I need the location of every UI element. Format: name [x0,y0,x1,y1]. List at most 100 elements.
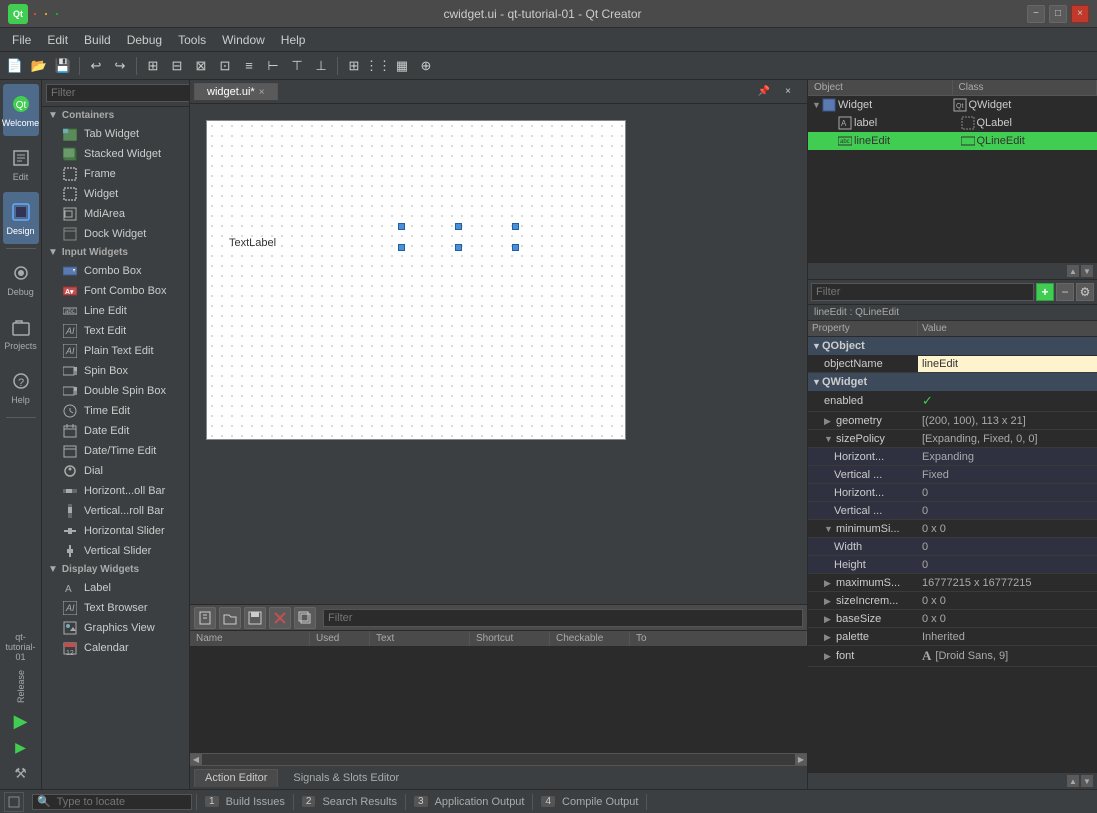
minsize-expand-icon[interactable]: ▼ [824,524,836,534]
widget-tab-widget[interactable]: Tab Widget [42,124,189,144]
menu-debug[interactable]: Debug [119,31,170,49]
designer-pin-btn[interactable]: 📌 [753,81,775,103]
prop-row-palette[interactable]: ▶palette Inherited [808,628,1097,646]
prop-row-objectname[interactable]: objectName lineEdit [808,355,1097,373]
toolbar-grid-btn[interactable]: ⊞ [343,55,365,77]
widget-datetime-edit[interactable]: Date/Time Edit [42,441,189,461]
action-save-btn[interactable] [244,607,266,629]
prop-row-height[interactable]: Height 0 [808,556,1097,574]
win-maximize-btn[interactable]: □ [1049,5,1067,23]
designer-canvas-container[interactable]: TextLabel [190,104,807,604]
tree-row-widget[interactable]: ▼ Widget Qt QWidget [808,96,1097,114]
prop-row-maximumsize[interactable]: ▶maximumS... 16777215 x 16777215 [808,574,1097,592]
palette-expand-icon[interactable]: ▶ [824,632,836,643]
menu-edit[interactable]: Edit [39,31,76,49]
mode-welcome-btn[interactable]: Qt Welcome [3,84,39,136]
widget-spin-box[interactable]: Spin Box [42,361,189,381]
horizontal-scrollbar[interactable]: ◀ ▶ [190,753,807,765]
prop-objectname-value[interactable]: lineEdit [918,356,1097,372]
toolbar-btn-7[interactable]: ≡ [238,55,260,77]
widget-label[interactable]: A Label [42,578,189,598]
action-table-body[interactable] [190,647,807,753]
menu-tools[interactable]: Tools [170,31,214,49]
toolbar-align-btn[interactable]: ▦ [391,55,413,77]
status-search-results[interactable]: 2 Search Results [294,794,406,810]
play-btn[interactable]: ▶ [9,709,33,733]
widget-font-combo-box[interactable]: A▾ Font Combo Box [42,281,189,301]
widget-list[interactable]: ▼ Containers Tab Widget Stacked Widget [42,107,189,789]
geometry-expand-icon[interactable]: ▶ [824,416,836,427]
menu-window[interactable]: Window [214,31,273,49]
toolbar-redo-btn[interactable]: ↪ [109,55,131,77]
toolbar-btn-3[interactable]: ⊞ [142,55,164,77]
action-duplicate-btn[interactable] [294,607,316,629]
prop-row-minimumsize[interactable]: ▼minimumSi... 0 x 0 [808,520,1097,538]
toolbar-open-btn[interactable]: 📂 [28,55,50,77]
basesize-expand-icon[interactable]: ▶ [824,614,836,625]
property-config-btn[interactable]: ⚙ [1076,283,1094,301]
mode-help-btn[interactable]: ? Help [3,361,39,413]
prop-scroll-up-btn[interactable]: ▲ [1067,775,1079,787]
sizepolicy-expand-icon[interactable]: ▼ [824,434,836,444]
prop-group-qwidget[interactable]: ▼ QWidget [808,373,1097,391]
build-btn[interactable]: ⚒ [9,761,33,785]
handle-tr[interactable] [512,223,519,230]
widget-filter-input[interactable] [46,84,190,102]
status-compile-output[interactable]: 4 Compile Output [533,794,647,810]
locate-input[interactable] [32,794,192,810]
canvas-lineedit[interactable] [401,226,516,248]
toolbar-expand-btn[interactable]: ⊕ [415,55,437,77]
widget-double-spin-box[interactable]: Double Spin Box [42,381,189,401]
prop-row-enabled[interactable]: enabled ✓ [808,391,1097,412]
toolbar-btn-10[interactable]: ⊥ [310,55,332,77]
mode-edit-btn[interactable]: Edit [3,138,39,190]
menu-build[interactable]: Build [76,31,119,49]
designer-close-btn[interactable]: × [777,81,799,103]
handle-tm[interactable] [455,223,462,230]
widget-mdiarea[interactable]: MdiArea [42,204,189,224]
prop-row-geometry[interactable]: ▶geometry [(200, 100), 113 x 21] [808,412,1097,430]
widget-graphics-view[interactable]: Graphics View [42,618,189,638]
prop-enabled-value[interactable]: ✓ [918,391,1097,411]
status-build-issues[interactable]: 1 Build Issues [197,794,294,810]
designer-tab-widget-ui[interactable]: widget.ui* × [194,83,278,100]
widget-plain-text-edit[interactable]: AI Plain Text Edit [42,341,189,361]
toolbar-btn-6[interactable]: ⊡ [214,55,236,77]
menu-help[interactable]: Help [273,31,314,49]
widget-widget[interactable]: Widget [42,184,189,204]
prop-row-vertpolicy[interactable]: Vertical ... Fixed [808,466,1097,484]
property-remove-btn[interactable]: − [1056,283,1074,301]
mode-design-btn[interactable]: Design [3,192,39,244]
debug-play-btn[interactable]: ▶ [9,735,33,759]
sizeincrem-expand-icon[interactable]: ▶ [824,596,836,607]
designer-canvas[interactable]: TextLabel [206,120,626,440]
widget-vslider[interactable]: Vertical Slider [42,541,189,561]
action-editor-tab[interactable]: Action Editor [194,769,278,787]
prop-group-qobject[interactable]: ▼ QObject [808,337,1097,355]
prop-row-font[interactable]: ▶font A [Droid Sans, 9] [808,646,1097,667]
action-delete-btn[interactable] [269,607,291,629]
tree-scroll-down-btn[interactable]: ▼ [1081,265,1093,277]
scroll-right-btn[interactable]: ▶ [795,754,807,766]
toolbar-grid2-btn[interactable]: ⋮⋮ [367,55,389,77]
win-minimize-btn[interactable]: − [1027,5,1045,23]
widget-dial[interactable]: Dial [42,461,189,481]
prop-row-sizeincrement[interactable]: ▶sizeIncrem... 0 x 0 [808,592,1097,610]
handle-tl[interactable] [398,223,405,230]
widget-stacked-widget[interactable]: Stacked Widget [42,144,189,164]
widget-text-browser[interactable]: AI Text Browser [42,598,189,618]
widget-combo-box[interactable]: Combo Box [42,261,189,281]
handle-br[interactable] [512,244,519,251]
prop-row-width[interactable]: Width 0 [808,538,1097,556]
property-filter-input[interactable] [811,283,1034,301]
prop-scroll-down-btn[interactable]: ▼ [1081,775,1093,787]
widget-hslider[interactable]: Horizontal Slider [42,521,189,541]
widget-calendar[interactable]: 12 Calendar [42,638,189,658]
signals-slots-tab[interactable]: Signals & Slots Editor [282,769,410,787]
toolbar-btn-4[interactable]: ⊟ [166,55,188,77]
win-close-btn[interactable]: × [1071,5,1089,23]
property-table[interactable]: ▼ QObject objectName lineEdit ▼ QWidget … [808,337,1097,772]
tree-row-label[interactable]: A label QLabel [808,114,1097,132]
category-containers[interactable]: ▼ Containers [42,107,189,124]
mode-projects-btn[interactable]: Projects [3,307,39,359]
